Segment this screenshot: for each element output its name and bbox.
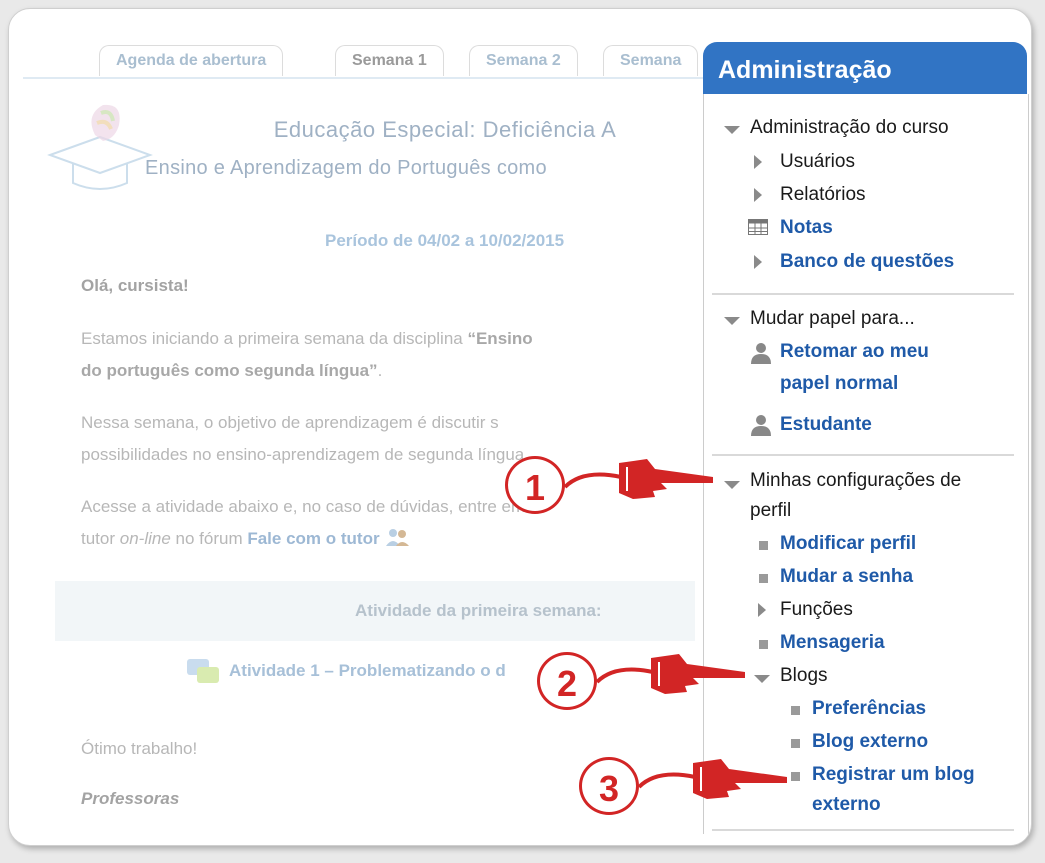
grades-table-icon: [748, 219, 768, 235]
student-role-link[interactable]: Estudante: [780, 413, 872, 437]
question-bank-link[interactable]: Banco de questões: [780, 250, 954, 274]
triangle-down-icon[interactable]: [724, 126, 740, 134]
tab-week-1[interactable]: Semana 1: [335, 45, 444, 76]
screenshot-card: Agenda de abertura Semana 1 Semana 2 Sem…: [8, 8, 1032, 846]
signature: Professoras: [81, 789, 180, 808]
person-icon: [751, 415, 771, 436]
reports-item[interactable]: Relatórios: [780, 183, 866, 207]
paragraph-access-line1: Acesse a atividade abaixo e, no caso de …: [81, 497, 539, 516]
blog-preferences-link[interactable]: Preferências: [812, 697, 926, 721]
return-role-link-line2[interactable]: papel normal: [780, 372, 898, 396]
triangle-right-icon[interactable]: [754, 255, 762, 269]
paragraph-objective-line1: Nessa semana, o objetivo de aprendizagem…: [81, 413, 499, 432]
triangle-right-icon[interactable]: [754, 188, 762, 202]
activity-box: Atividade da primeira semana:: [55, 581, 695, 641]
week-tabs: Agenda de abertura Semana 1 Semana 2 Sem…: [23, 45, 709, 79]
course-title: Educação Especial: Deficiência A: [273, 117, 617, 142]
paragraph-objective-line2: possibilidades no ensino-aprendizagem de…: [81, 445, 529, 464]
register-external-blog-link-line2[interactable]: externo: [812, 793, 881, 817]
triangle-right-icon[interactable]: [758, 603, 766, 617]
bullet-icon: [791, 739, 800, 748]
tab-week-3[interactable]: Semana: [603, 45, 699, 76]
course-logo-icon: [47, 104, 153, 190]
bullet-icon: [759, 541, 768, 550]
chat-icon: [187, 659, 219, 683]
pointing-hand-icon: [595, 654, 745, 694]
paragraph-access-line2: tutor on-line no fórum Fale com o tutor: [81, 523, 410, 555]
external-blog-link[interactable]: Blog externo: [812, 730, 928, 754]
panel-title: Administração: [703, 42, 1027, 94]
callout-number-2: 2: [537, 652, 597, 710]
my-profile-settings-line1[interactable]: Minhas configurações de: [750, 469, 961, 493]
callout-number-1: 1: [505, 456, 565, 514]
edit-profile-link[interactable]: Modificar perfil: [780, 532, 916, 556]
panel-body: Administração do curso Usuários Relatóri…: [703, 94, 1029, 834]
return-role-link-line1[interactable]: Retomar ao meu: [780, 340, 929, 364]
my-profile-settings-line2[interactable]: perfil: [750, 499, 791, 523]
roles-item[interactable]: Funções: [780, 598, 853, 622]
course-admin-item[interactable]: Administração do curso: [750, 116, 949, 140]
closing-text: Ótimo trabalho!: [81, 739, 198, 758]
callout-number-3: 3: [579, 757, 639, 815]
pointing-hand-icon: [637, 759, 787, 799]
register-external-blog-link-line1[interactable]: Registrar um blog: [812, 763, 975, 787]
users-item[interactable]: Usuários: [780, 150, 855, 174]
grades-link[interactable]: Notas: [780, 216, 833, 240]
bullet-icon: [759, 640, 768, 649]
greeting: Olá, cursista!: [81, 276, 189, 295]
tutor-people-icon: [384, 526, 410, 546]
messaging-link[interactable]: Mensageria: [780, 631, 885, 655]
triangle-down-icon[interactable]: [724, 317, 740, 325]
paragraph-intro-line2: do português como segunda língua”.: [81, 361, 383, 380]
blogs-item[interactable]: Blogs: [780, 664, 828, 688]
administration-panel: Administração Administração do curso Usu…: [703, 42, 1029, 845]
pointing-hand-icon: [563, 459, 713, 499]
switch-role-item[interactable]: Mudar papel para...: [750, 307, 915, 331]
activity-1-link[interactable]: Atividade 1 – Problematizando o d: [229, 661, 506, 681]
person-icon: [751, 343, 771, 364]
period-label: Período de 04/02 a 10/02/2015: [325, 231, 565, 250]
tutor-forum-link[interactable]: Fale com o tutor: [247, 529, 379, 548]
tab-agenda[interactable]: Agenda de abertura: [99, 45, 284, 76]
activity-box-label: Atividade da primeira semana:: [355, 601, 602, 620]
triangle-right-icon[interactable]: [754, 155, 762, 169]
triangle-down-icon[interactable]: [724, 481, 740, 489]
bullet-icon: [759, 574, 768, 583]
separator: [712, 293, 1014, 295]
separator: [712, 829, 1014, 831]
tab-week-2[interactable]: Semana 2: [469, 45, 578, 76]
paragraph-intro-line1: Estamos iniciando a primeira semana da d…: [81, 329, 533, 348]
separator: [712, 454, 1014, 456]
triangle-down-icon[interactable]: [754, 675, 770, 683]
bullet-icon: [791, 706, 800, 715]
course-subtitle: Ensino e Aprendizagem do Português como: [145, 157, 547, 179]
change-password-link[interactable]: Mudar a senha: [780, 565, 913, 589]
